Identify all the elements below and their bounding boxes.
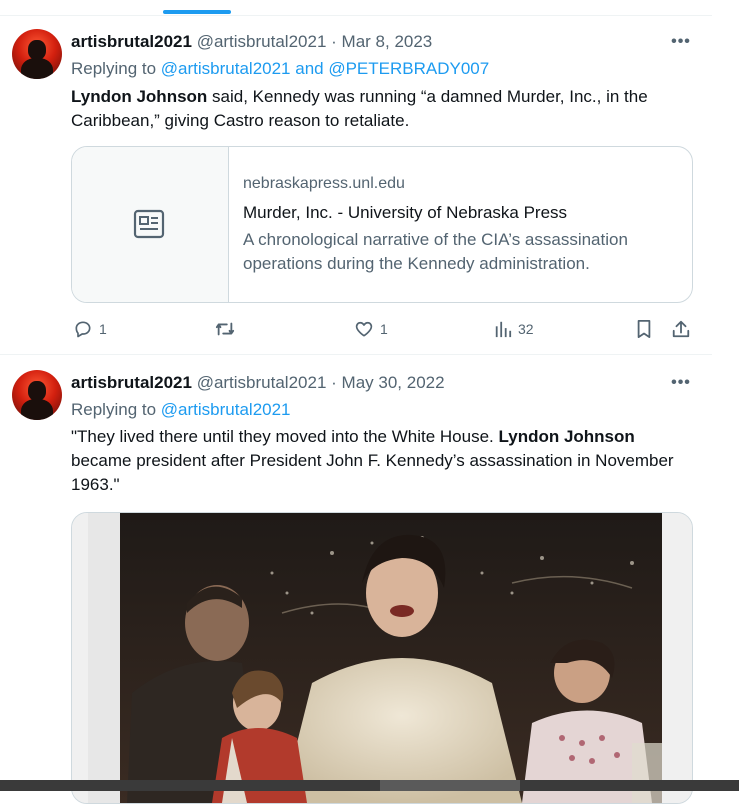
- tweet-date[interactable]: Mar 8, 2023: [342, 32, 433, 51]
- reply-button[interactable]: 1: [73, 317, 107, 341]
- replying-mentions[interactable]: @artisbrutal2021 and @PETERBRADY007: [161, 59, 489, 78]
- card-title: Murder, Inc. - University of Nebraska Pr…: [243, 203, 568, 222]
- card-description: A chronological narrative of the CIA’s a…: [243, 230, 628, 273]
- replying-prefix: Replying to: [71, 59, 157, 78]
- tweet-text: "They lived there until they moved into …: [71, 425, 696, 497]
- bookmark-icon: [637, 320, 651, 338]
- author-name[interactable]: artisbrutal2021: [71, 373, 192, 392]
- tweet-date[interactable]: May 30, 2022: [342, 373, 445, 392]
- link-card[interactable]: nebraskapress.unl.edu Murder, Inc. - Uni…: [71, 146, 693, 303]
- tweet-header: artisbrutal2021 @artisbrutal2021 · May 3…: [71, 373, 445, 393]
- author-handle[interactable]: @artisbrutal2021: [197, 32, 327, 51]
- view-count: 32: [518, 321, 534, 337]
- share-icon: [672, 320, 690, 338]
- tweet-text-after: became president after President John F.…: [71, 451, 674, 494]
- timeline: artisbrutal2021 @artisbrutal2021 · Mar 8…: [0, 0, 713, 804]
- tweet-photo[interactable]: [71, 512, 693, 804]
- tweet-header: artisbrutal2021 @artisbrutal2021 · Mar 8…: [71, 32, 432, 52]
- card-domain: nebraskapress.unl.edu: [243, 175, 405, 192]
- bold-name: Lyndon Johnson: [71, 87, 208, 106]
- horizontal-scrollbar[interactable]: [0, 780, 739, 791]
- reply-icon: [75, 321, 91, 338]
- right-gutter: [712, 0, 739, 780]
- tweet-text: Lyndon Johnson said, Kennedy was running…: [71, 85, 696, 133]
- separator: ·: [331, 373, 337, 392]
- replying-prefix: Replying to: [71, 400, 157, 419]
- replying-to: Replying to @artisbrutal2021 and @PETERB…: [71, 59, 489, 79]
- avatar[interactable]: [12, 370, 62, 420]
- bold-name: Lyndon Johnson: [498, 427, 635, 446]
- avatar[interactable]: [12, 29, 62, 79]
- author-handle[interactable]: @artisbrutal2021: [197, 373, 327, 392]
- retweet-button[interactable]: [214, 317, 236, 341]
- like-count: 1: [380, 321, 388, 337]
- separator: ·: [331, 32, 337, 51]
- scrollbar-thumb[interactable]: [380, 780, 520, 791]
- like-button[interactable]: 1: [354, 317, 388, 341]
- tweet-actions: 1 1 32: [0, 317, 712, 341]
- more-horizontal-icon[interactable]: •••: [670, 32, 692, 52]
- reply-count: 1: [99, 321, 107, 337]
- analytics-icon: [495, 321, 512, 338]
- photo-image: [72, 513, 692, 803]
- article-icon: [133, 209, 165, 239]
- views-button[interactable]: 32: [494, 317, 534, 341]
- card-thumbnail: [72, 147, 229, 302]
- heart-icon: [355, 321, 373, 337]
- tweet-text-before: "They lived there until they moved into …: [71, 427, 499, 446]
- replying-to: Replying to @artisbrutal2021: [71, 400, 291, 420]
- author-name[interactable]: artisbrutal2021: [71, 32, 192, 51]
- share-button[interactable]: [671, 317, 691, 341]
- bookmark-button[interactable]: [635, 317, 653, 341]
- replying-mentions[interactable]: @artisbrutal2021: [161, 400, 291, 419]
- retweet-icon: [215, 322, 235, 336]
- more-horizontal-icon[interactable]: •••: [670, 373, 692, 393]
- tweet-1[interactable]: artisbrutal2021 @artisbrutal2021 · Mar 8…: [0, 0, 712, 355]
